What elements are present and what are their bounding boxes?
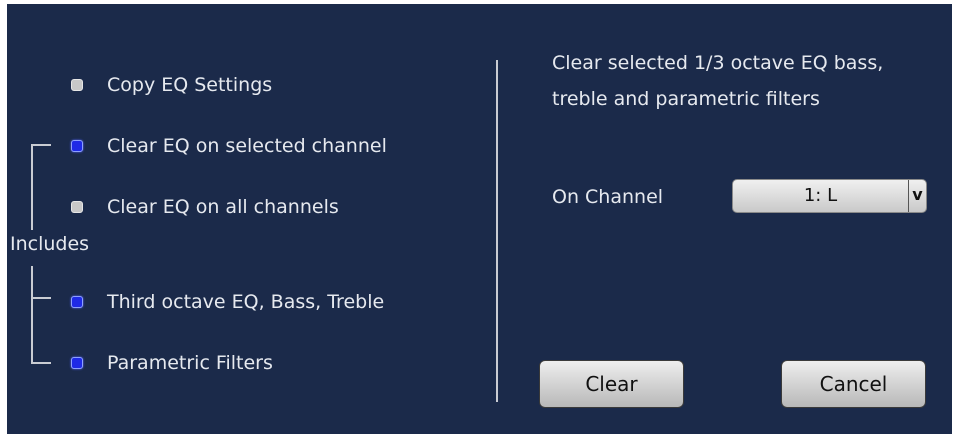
radio-selected-icon xyxy=(71,140,83,152)
tree-branch-parametric xyxy=(31,362,51,364)
parametric-filters-option[interactable]: Parametric Filters xyxy=(71,352,273,374)
on-channel-label: On Channel xyxy=(552,186,664,208)
checkbox-selected-icon xyxy=(71,296,83,308)
tree-top-vertical xyxy=(31,144,33,230)
description-line-2: treble and parametric filters xyxy=(552,88,820,110)
channel-select[interactable]: 1: L v xyxy=(732,179,927,213)
third-octave-eq-option[interactable]: Third octave EQ, Bass, Treble xyxy=(71,291,384,313)
clear-button[interactable]: Clear xyxy=(539,360,684,408)
copy-eq-settings-label: Copy EQ Settings xyxy=(107,74,273,96)
radio-unselected-icon xyxy=(71,201,83,213)
tree-top-horizontal xyxy=(31,144,51,146)
tree-bottom-vertical xyxy=(31,266,33,364)
channel-select-value: 1: L xyxy=(803,185,838,206)
clear-eq-selected-channel-option[interactable]: Clear EQ on selected channel xyxy=(71,135,387,157)
copy-eq-settings-option[interactable]: Copy EQ Settings xyxy=(71,74,272,96)
clear-eq-all-channels-option[interactable]: Clear EQ on all channels xyxy=(71,196,339,218)
checkbox-selected-icon xyxy=(71,357,83,369)
clear-eq-selected-channel-label: Clear EQ on selected channel xyxy=(107,135,387,157)
radio-unselected-icon xyxy=(71,79,83,91)
clear-eq-dialog: Copy EQ Settings Clear EQ on selected ch… xyxy=(7,4,952,434)
includes-label: Includes xyxy=(10,233,90,255)
vertical-divider xyxy=(496,60,498,402)
chevron-down-icon[interactable]: v xyxy=(908,180,926,212)
third-octave-eq-label: Third octave EQ, Bass, Treble xyxy=(107,291,385,313)
parametric-filters-label: Parametric Filters xyxy=(107,352,273,374)
description-line-1: Clear selected 1/3 octave EQ bass, xyxy=(552,52,884,74)
clear-eq-all-channels-label: Clear EQ on all channels xyxy=(107,196,339,218)
tree-branch-third-octave xyxy=(31,297,51,299)
cancel-button[interactable]: Cancel xyxy=(781,360,926,408)
